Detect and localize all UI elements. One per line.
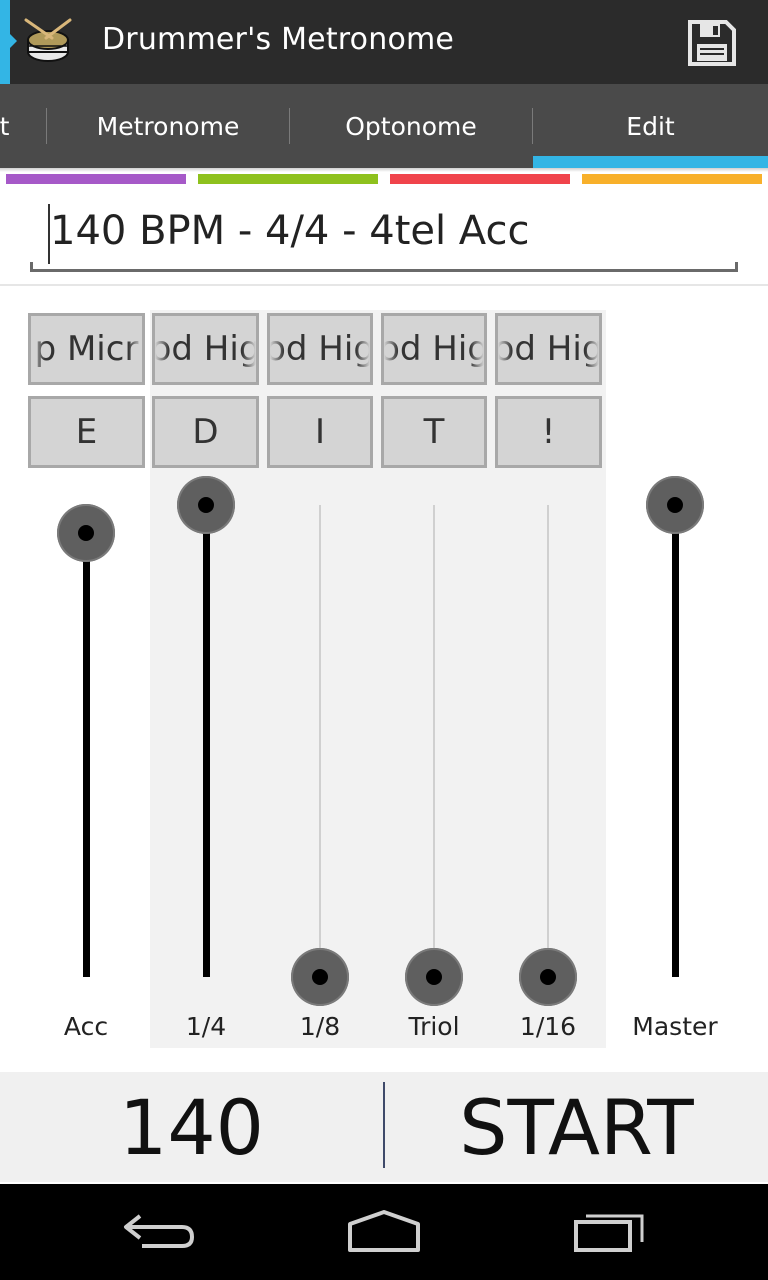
back-icon[interactable] — [112, 1202, 212, 1262]
slider-track[interactable] — [319, 505, 321, 977]
slider-fill — [82, 533, 90, 977]
sound-select-sixteenth[interactable]: od Hig — [495, 313, 602, 385]
floppy-disk-icon[interactable] — [688, 20, 736, 66]
key-label: I — [314, 412, 326, 452]
key-label: E — [75, 412, 98, 452]
key-button-acc[interactable]: E — [28, 396, 145, 468]
slider-fill — [202, 505, 210, 977]
sound-select-eighth[interactable]: od Hig — [267, 313, 373, 385]
channel-label-sixteenth: 1/16 — [519, 1012, 577, 1041]
color-strip-red — [390, 174, 570, 184]
slider-knob[interactable] — [177, 476, 235, 534]
color-strip-purple — [6, 174, 186, 184]
snare-drum-icon[interactable] — [22, 16, 74, 68]
tab-label: Edit — [626, 111, 675, 141]
key-label: T — [423, 412, 445, 452]
channel-label-eighth: 1/8 — [299, 1012, 341, 1041]
key-button-quarter[interactable]: D — [152, 396, 259, 468]
color-strip-orange — [582, 174, 762, 184]
selected-tab-indicator — [533, 156, 768, 168]
sound-label: od Hig — [152, 329, 259, 369]
slider-track[interactable] — [433, 505, 435, 977]
tab-label: st — [0, 111, 10, 141]
slider-track[interactable] — [547, 505, 549, 977]
key-button-triplet[interactable]: T — [381, 396, 487, 468]
slider-knob[interactable] — [519, 948, 577, 1006]
key-button-eighth[interactable]: I — [267, 396, 373, 468]
tab-label: Optonome — [345, 111, 477, 141]
bpm-display[interactable]: 140 — [0, 1072, 383, 1182]
sound-label: od Hig — [381, 329, 487, 369]
up-indicator[interactable] — [0, 0, 17, 84]
key-label: D — [192, 412, 219, 452]
channel-label-quarter: 1/4 — [185, 1012, 227, 1041]
bottom-controls: 140 START — [0, 1072, 768, 1182]
tab-label: Metronome — [96, 111, 240, 141]
channel-label-triplet: Triol — [408, 1012, 460, 1041]
slider-knob[interactable] — [405, 948, 463, 1006]
sound-label: od Hig — [495, 329, 602, 369]
tab-shadow — [0, 168, 768, 172]
preset-name-input[interactable]: 140 BPM - 4/4 - 4tel Acc — [30, 200, 738, 272]
sound-select-triplet[interactable]: od Hig — [381, 313, 487, 385]
key-label: ! — [541, 412, 556, 452]
channel-label-master: Master — [632, 1012, 718, 1041]
sound-select-acc[interactable]: p Micr — [28, 313, 145, 385]
start-button[interactable]: START — [385, 1072, 768, 1182]
sound-label: od Hig — [267, 329, 373, 369]
tab-list[interactable]: st — [0, 84, 46, 168]
sound-label: p Micr — [34, 329, 139, 369]
sound-select-quarter[interactable]: od Hig — [152, 313, 259, 385]
color-strip-green — [198, 174, 378, 184]
action-bar: Drummer's Metronome — [0, 0, 768, 84]
app-root: Drummer's Metronome st Metronome Optonom… — [0, 0, 768, 1280]
system-nav-bar — [0, 1184, 768, 1280]
key-button-sixteenth[interactable]: ! — [495, 396, 602, 468]
slider-fill — [671, 505, 679, 977]
divider — [0, 284, 768, 286]
home-icon[interactable] — [334, 1202, 434, 1262]
slider-knob[interactable] — [57, 504, 115, 563]
preset-name-value: 140 BPM - 4/4 - 4tel Acc — [50, 208, 530, 254]
channel-label-acc: Acc — [63, 1012, 109, 1041]
app-title: Drummer's Metronome — [102, 22, 455, 57]
tab-optonome[interactable]: Optonome — [290, 84, 532, 168]
slider-knob[interactable] — [291, 948, 349, 1006]
recent-apps-icon[interactable] — [560, 1202, 660, 1262]
slider-knob[interactable] — [646, 476, 704, 534]
tab-metronome[interactable]: Metronome — [47, 84, 289, 168]
